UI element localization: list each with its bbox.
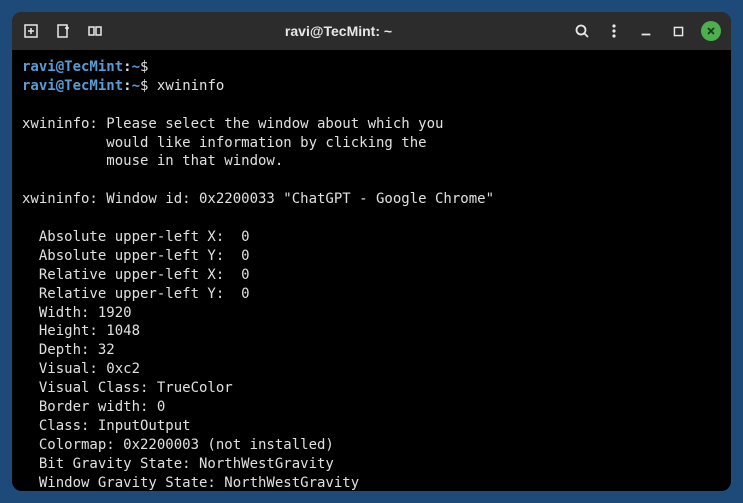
titlebar-left [22,22,104,40]
output-line: xwininfo: Window id: 0x2200033 "ChatGPT … [22,191,494,207]
output-line: Colormap: 0x2200003 (not installed) [22,437,334,453]
output-line: Visual Class: TrueColor [22,380,233,396]
maximize-icon[interactable] [669,22,687,40]
output-line: Depth: 32 [22,342,115,358]
terminal-body[interactable]: ravi@TecMint:~$ ravi@TecMint:~$ xwininfo… [12,50,731,491]
close-icon[interactable] [701,21,721,41]
output-line: xwininfo: Please select the window about… [22,116,443,132]
output-line: would like information by clicking the [22,135,427,151]
prompt-symbol: $ [140,78,148,94]
window-title: ravi@TecMint: ~ [104,23,573,39]
terminal-window: ravi@TecMint: ~ ravi@TecMint:~$ ravi@Tec… [12,12,731,491]
output-line: Visual: 0xc2 [22,361,140,377]
output-line: Relative upper-left X: 0 [22,267,250,283]
prompt-path: ~ [132,59,140,75]
menu-icon[interactable] [605,22,623,40]
split-icon[interactable] [86,22,104,40]
prompt-path: ~ [132,78,140,94]
output-line: Window Gravity State: NorthWestGravity [22,475,359,491]
new-tab-icon[interactable] [22,22,40,40]
titlebar: ravi@TecMint: ~ [12,12,731,50]
output-line: Width: 1920 [22,305,132,321]
prompt-user: ravi@TecMint [22,59,123,75]
command-xwininfo: xwininfo [157,78,224,94]
output-line: Absolute upper-left Y: 0 [22,248,250,264]
output-line: Class: InputOutput [22,418,191,434]
prompt-sep: : [123,59,131,75]
new-window-icon[interactable] [54,22,72,40]
minimize-icon[interactable] [637,22,655,40]
prompt-sep: : [123,78,131,94]
output-line: mouse in that window. [22,153,283,169]
output-line: Height: 1048 [22,323,140,339]
output-line: Relative upper-left Y: 0 [22,286,250,302]
prompt-symbol: $ [140,59,148,75]
titlebar-right [573,21,721,41]
output-line: Border width: 0 [22,399,165,415]
output-line: Absolute upper-left X: 0 [22,229,250,245]
search-icon[interactable] [573,22,591,40]
output-line: Bit Gravity State: NorthWestGravity [22,456,334,472]
prompt-user: ravi@TecMint [22,78,123,94]
